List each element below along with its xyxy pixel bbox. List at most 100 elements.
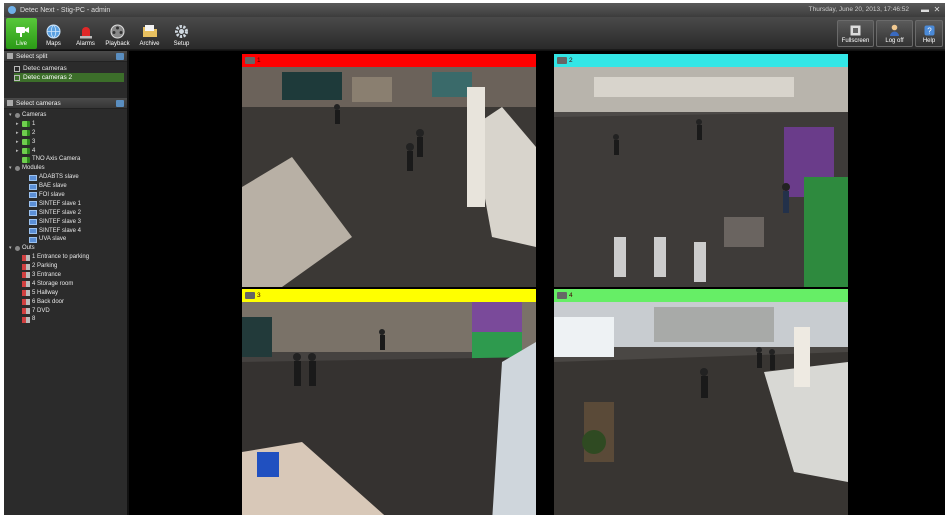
tree-item[interactable]: 7 DVD: [7, 307, 127, 316]
video-tile-2[interactable]: 2: [554, 54, 848, 289]
tree-item[interactable]: SINTEF slave 2: [7, 209, 127, 218]
fullscreen-button[interactable]: Fullscreen: [837, 20, 874, 47]
panel-pin-icon[interactable]: [116, 53, 124, 60]
output-icon: [22, 254, 30, 261]
module-icon: [29, 183, 37, 190]
close-icon[interactable]: ✕: [933, 5, 941, 14]
tree-item-label: SINTEF slave 3: [39, 218, 82, 225]
tree-item[interactable]: 1 Entrance to parking: [7, 253, 127, 262]
tree-item[interactable]: SINTEF slave 1: [7, 200, 127, 209]
tree-item[interactable]: FOI slave: [7, 191, 127, 200]
output-icon: [22, 316, 30, 323]
camera-icon: [22, 156, 30, 163]
select-split-header[interactable]: Select split: [4, 51, 127, 62]
tree-item[interactable]: 5 Hallway: [7, 289, 127, 298]
tree-item[interactable]: ▾ Outs: [7, 244, 127, 253]
group-icon: [15, 246, 20, 252]
toolbar-setup-button[interactable]: Setup: [166, 18, 197, 49]
main-toolbar: Live Maps Alarms Playback Archive Setup Fulls…: [4, 17, 945, 50]
toolbar-button-label: Help: [922, 38, 936, 44]
tree-item[interactable]: SINTEF slave 4: [7, 227, 127, 236]
app-window: Detec Next - Stig-PC - admin Thursday, J…: [4, 3, 945, 515]
gear-icon: [173, 23, 190, 39]
help-button[interactable]: ? Help: [915, 20, 943, 47]
toolbar-button-label: Setup: [173, 41, 190, 47]
tree-item-label: BAE slave: [39, 183, 67, 190]
module-icon: [29, 174, 37, 181]
tree-item[interactable]: 2 Parking: [7, 262, 127, 271]
split-item[interactable]: Detec cameras: [14, 64, 124, 73]
select-split-title: Select split: [16, 52, 48, 60]
tree-item[interactable]: ADABTS slave: [7, 173, 127, 182]
tree-item[interactable]: ▸ 3: [7, 138, 127, 147]
tile-header-2: 2: [554, 54, 848, 67]
tree-item-label: ADABTS slave: [39, 174, 79, 181]
tree-item-label: SINTEF slave 4: [39, 227, 82, 234]
alarm-siren-icon: [77, 23, 94, 39]
globe-icon: [45, 23, 62, 39]
live-camera-icon: [13, 23, 30, 39]
tree-item-label: UVA slave: [39, 236, 67, 243]
toolbar-button-label: Fullscreen: [841, 38, 870, 44]
minimize-icon[interactable]: ▬: [921, 5, 929, 14]
camera-icon: [557, 57, 567, 64]
tree-item[interactable]: 8: [7, 315, 127, 324]
video-feed-4[interactable]: [554, 302, 848, 515]
log-off-button[interactable]: Log off: [876, 20, 913, 47]
video-tile-4[interactable]: 4: [554, 289, 848, 515]
toolbar-actions: Fullscreen Log off? Help: [837, 20, 943, 47]
tree-item-label: 1: [32, 120, 36, 127]
camera-select-icon: [7, 100, 13, 106]
toolbar-maps-button[interactable]: Maps: [38, 18, 69, 49]
camera-icon: [22, 148, 30, 154]
tree-item-label: 1 Entrance to parking: [32, 254, 90, 261]
tree-item[interactable]: TNO Axis Camera: [7, 155, 127, 164]
module-icon: [29, 236, 37, 243]
tree-item-label: 4 Storage room: [32, 280, 74, 287]
select-cameras-header[interactable]: Select cameras: [4, 98, 127, 109]
tree-item[interactable]: ▾ Modules: [7, 164, 127, 173]
toolbar-button-label: Alarms: [76, 41, 95, 47]
toolbar-button-label: Maps: [46, 41, 61, 47]
panel-pin-icon[interactable]: [116, 100, 124, 107]
tree-item-label: SINTEF slave 1: [39, 200, 82, 207]
tree-item-label: 2: [32, 129, 36, 136]
split-item[interactable]: Detec cameras 2: [14, 73, 124, 82]
tree-item[interactable]: ▸ 1: [7, 120, 127, 129]
tree-item[interactable]: 6 Back door: [7, 298, 127, 307]
tree-item[interactable]: 4 Storage room: [7, 280, 127, 289]
tree-item-label: 7 DVD: [32, 307, 50, 314]
tree-item[interactable]: UVA slave: [7, 235, 127, 244]
output-icon: [22, 290, 30, 297]
tree-item[interactable]: ▸ 4: [7, 147, 127, 156]
sidebar: Select split Detec cameras Detec cameras …: [4, 51, 128, 515]
tile-header-1: 1: [242, 54, 536, 67]
tree-item-label: TNO Axis Camera: [32, 156, 81, 163]
app-icon: [8, 6, 16, 14]
tree-item-label: Modules: [22, 165, 45, 172]
toolbar-playback-button[interactable]: Playback: [102, 18, 133, 49]
tree-item[interactable]: ▾ Cameras: [7, 111, 127, 120]
split-layout-icon: [14, 65, 20, 72]
toolbar-archive-button[interactable]: Archive: [134, 18, 165, 49]
video-tile-3[interactable]: 3: [242, 289, 536, 515]
video-feed-2[interactable]: [554, 67, 848, 287]
toolbar-nav: Live Maps Alarms Playback Archive Setup: [6, 18, 198, 49]
tile-header-3: 3: [242, 289, 536, 302]
toolbar-alarms-button[interactable]: Alarms: [70, 18, 101, 49]
video-feed-1[interactable]: [242, 67, 536, 287]
tile-number: 1: [257, 57, 261, 64]
camera-icon: [22, 130, 30, 137]
tree-item-label: Cameras: [22, 112, 47, 118]
camera-icon: [22, 139, 30, 146]
window-title: Detec Next - Stig-PC - admin: [20, 6, 111, 14]
toolbar-live-button[interactable]: Live: [6, 18, 37, 49]
video-feed-3[interactable]: [242, 302, 536, 515]
module-icon: [29, 210, 37, 217]
video-tile-1[interactable]: 1: [242, 54, 536, 289]
tree-item[interactable]: ▸ 2: [7, 129, 127, 138]
tree-item[interactable]: SINTEF slave 3: [7, 218, 127, 227]
tree-item-label: 6 Back door: [32, 298, 65, 305]
tree-item[interactable]: BAE slave: [7, 182, 127, 191]
tree-item[interactable]: 3 Entrance: [7, 271, 127, 280]
